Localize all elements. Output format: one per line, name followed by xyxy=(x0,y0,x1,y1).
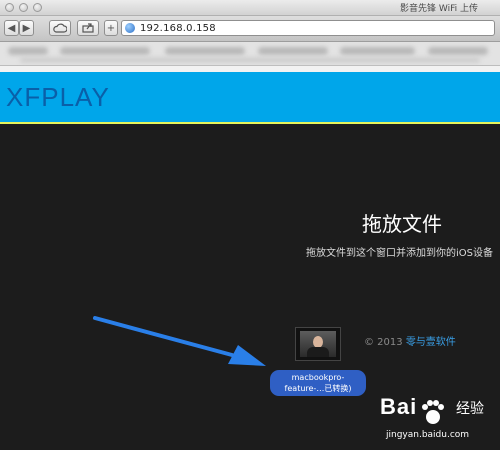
watermark-brand: Bai xyxy=(380,394,418,419)
file-name-line1: macbookpro- xyxy=(291,373,345,382)
watermark-brand-suffix: 经验 xyxy=(456,401,484,417)
watermark-url: jingyan.baidu.com xyxy=(386,430,470,440)
annotation-arrow xyxy=(93,316,266,366)
baidu-jingyan-watermark: Bai 经验 jingyan.baidu.com xyxy=(368,394,496,446)
dragged-file-thumbnail[interactable] xyxy=(295,327,341,361)
dragged-file-name: macbookpro- feature-…已转换) xyxy=(270,370,366,396)
paw-logo-icon xyxy=(422,400,444,424)
video-thumbnail-icon xyxy=(300,331,336,357)
file-name-line2: feature-…已转换) xyxy=(284,384,352,393)
